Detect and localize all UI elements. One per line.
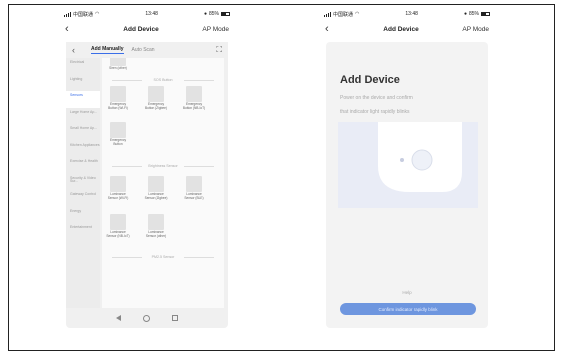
device-icon	[148, 214, 164, 230]
device-label: Emergency Button (Zigbee)	[145, 102, 167, 110]
device-icon	[110, 58, 126, 66]
device-label: Emergency Button (Wi-Fi)	[108, 102, 128, 110]
device-label: Luminance Sensor (Wi-Fi)	[107, 192, 129, 200]
back-button[interactable]: ‹	[325, 23, 343, 35]
right-phone-screen: 中国联通 ◠ 13:48 ● 85% ‹ Add Device AP Mode …	[322, 8, 492, 330]
home-circle-icon[interactable]	[143, 314, 150, 322]
device-label: Luminance Sensor (BLE)	[184, 192, 204, 200]
status-bar: 中国联通 ◠ 13:48 ● 85%	[62, 8, 232, 20]
device-label: Luminance Sensor (NB-IoT)	[106, 230, 130, 238]
card-heading: Add Device	[340, 74, 400, 86]
ap-mode-button[interactable]: AP Mode	[199, 26, 229, 33]
nav-bar: ‹ Add Device AP Mode	[322, 20, 492, 38]
confirm-blink-button[interactable]: Confirm indicator rapidly blink	[340, 303, 476, 315]
device-icon	[148, 86, 164, 102]
battery-percent: 85%	[468, 11, 479, 17]
instruction-line-1: Power on the device and confirm	[340, 95, 413, 101]
category-item[interactable]: Entertainment	[66, 223, 100, 240]
alarm-icon: ●	[463, 11, 467, 17]
device-luminance-sensor[interactable]: Luminance Sensor (BLE)	[182, 176, 206, 200]
device-emergency-button[interactable]: Emergency Button (Wi-Fi)	[106, 86, 130, 110]
device-icon	[148, 176, 164, 192]
add-device-panel: ‹ Add Manually Auto Scan ⛶ Electrical Li…	[66, 42, 228, 328]
device-icon	[110, 176, 126, 192]
signal-icon	[324, 11, 331, 17]
category-item[interactable]: Energy	[66, 207, 100, 224]
category-item[interactable]: Small Home Ap...	[66, 124, 100, 141]
device-icon	[186, 176, 202, 192]
device-icon	[110, 214, 126, 230]
scan-icon[interactable]: ⛶	[216, 45, 222, 55]
device-label: Siren (other)	[109, 66, 127, 70]
device-label: Luminance Sensor (other)	[145, 230, 167, 238]
device-icon	[110, 122, 126, 138]
alarm-icon: ●	[203, 11, 207, 17]
battery-percent: 85%	[208, 11, 219, 17]
tab-auto-scan[interactable]: Auto Scan	[132, 47, 155, 53]
category-item-selected[interactable]: Sensors	[66, 91, 100, 108]
status-time: 13:48	[405, 11, 418, 17]
help-link[interactable]: Help	[326, 290, 488, 295]
device-luminance-sensor[interactable]: Luminance Sensor (Zigbee)	[144, 176, 168, 200]
device-luminance-sensor[interactable]: Luminance Sensor (Wi-Fi)	[106, 176, 130, 200]
device-siren[interactable]: Siren (other)	[106, 58, 130, 71]
wifi-icon: ◠	[95, 11, 100, 17]
section-brightness-sensor: Brightness Sensor	[106, 164, 220, 168]
device-icon	[186, 86, 202, 102]
category-item[interactable]: Gateway Control	[66, 190, 100, 207]
instruction-line-2: that indicator light rapidly blinks	[340, 109, 410, 115]
battery-icon	[480, 12, 490, 16]
device-luminance-sensor[interactable]: Luminance Sensor (NB-IoT)	[106, 214, 130, 238]
recent-square-icon[interactable]	[172, 315, 178, 321]
battery-icon	[220, 12, 230, 16]
nav-bar: ‹ Add Device AP Mode	[62, 20, 232, 38]
back-button[interactable]: ‹	[65, 23, 83, 35]
device-icon	[110, 86, 126, 102]
ap-mode-button[interactable]: AP Mode	[459, 26, 489, 33]
device-label: Emergency Button	[109, 138, 127, 146]
page-title: Add Device	[383, 25, 419, 33]
status-bar: 中国联通 ◠ 13:48 ● 85%	[322, 8, 492, 20]
carrier-label: 中国联通	[73, 11, 94, 18]
section-pm25-sensor: PM2.5 Sensor	[106, 255, 220, 259]
signal-icon	[64, 11, 71, 17]
category-item[interactable]: Lighting	[66, 75, 100, 92]
device-grid: Siren (other) SOS Button Emergency Butto…	[102, 58, 224, 308]
pairing-instructions-card: Add Device Power on the device and confi…	[326, 42, 488, 328]
panel-back-icon[interactable]: ‹	[72, 45, 75, 55]
blinking-device-icon	[378, 122, 462, 192]
category-item[interactable]: Security & Video Sur...	[66, 174, 100, 191]
section-sos-button: SOS Button	[106, 78, 220, 82]
category-item[interactable]: Exercise & Health	[66, 157, 100, 174]
category-item[interactable]: Large Home Ap...	[66, 108, 100, 125]
device-luminance-sensor[interactable]: Luminance Sensor (other)	[144, 214, 168, 238]
status-time: 13:48	[145, 11, 158, 17]
device-illustration	[338, 122, 478, 208]
android-nav-bar	[66, 308, 228, 328]
category-item[interactable]: Kitchen Appliances	[66, 141, 100, 158]
device-label: Luminance Sensor (Zigbee)	[144, 192, 168, 200]
device-emergency-button[interactable]: Emergency Button	[106, 122, 130, 146]
carrier-label: 中国联通	[333, 11, 354, 18]
device-emergency-button[interactable]: Emergency Button (NB-IoT)	[182, 86, 206, 110]
category-sidebar: Electrical Lighting Sensors Large Home A…	[66, 58, 100, 308]
page-title: Add Device	[123, 25, 159, 33]
back-triangle-icon[interactable]	[116, 315, 121, 321]
tab-add-manually[interactable]: Add Manually	[91, 46, 124, 54]
left-phone-screen: 中国联通 ◠ 13:48 ● 85% ‹ Add Device AP Mode …	[62, 8, 232, 330]
wifi-icon: ◠	[355, 11, 360, 17]
device-emergency-button[interactable]: Emergency Button (Zigbee)	[144, 86, 168, 110]
category-item[interactable]: Electrical	[66, 58, 100, 75]
mode-tabs: ‹ Add Manually Auto Scan ⛶	[66, 42, 228, 58]
device-label: Emergency Button (NB-IoT)	[182, 102, 206, 110]
